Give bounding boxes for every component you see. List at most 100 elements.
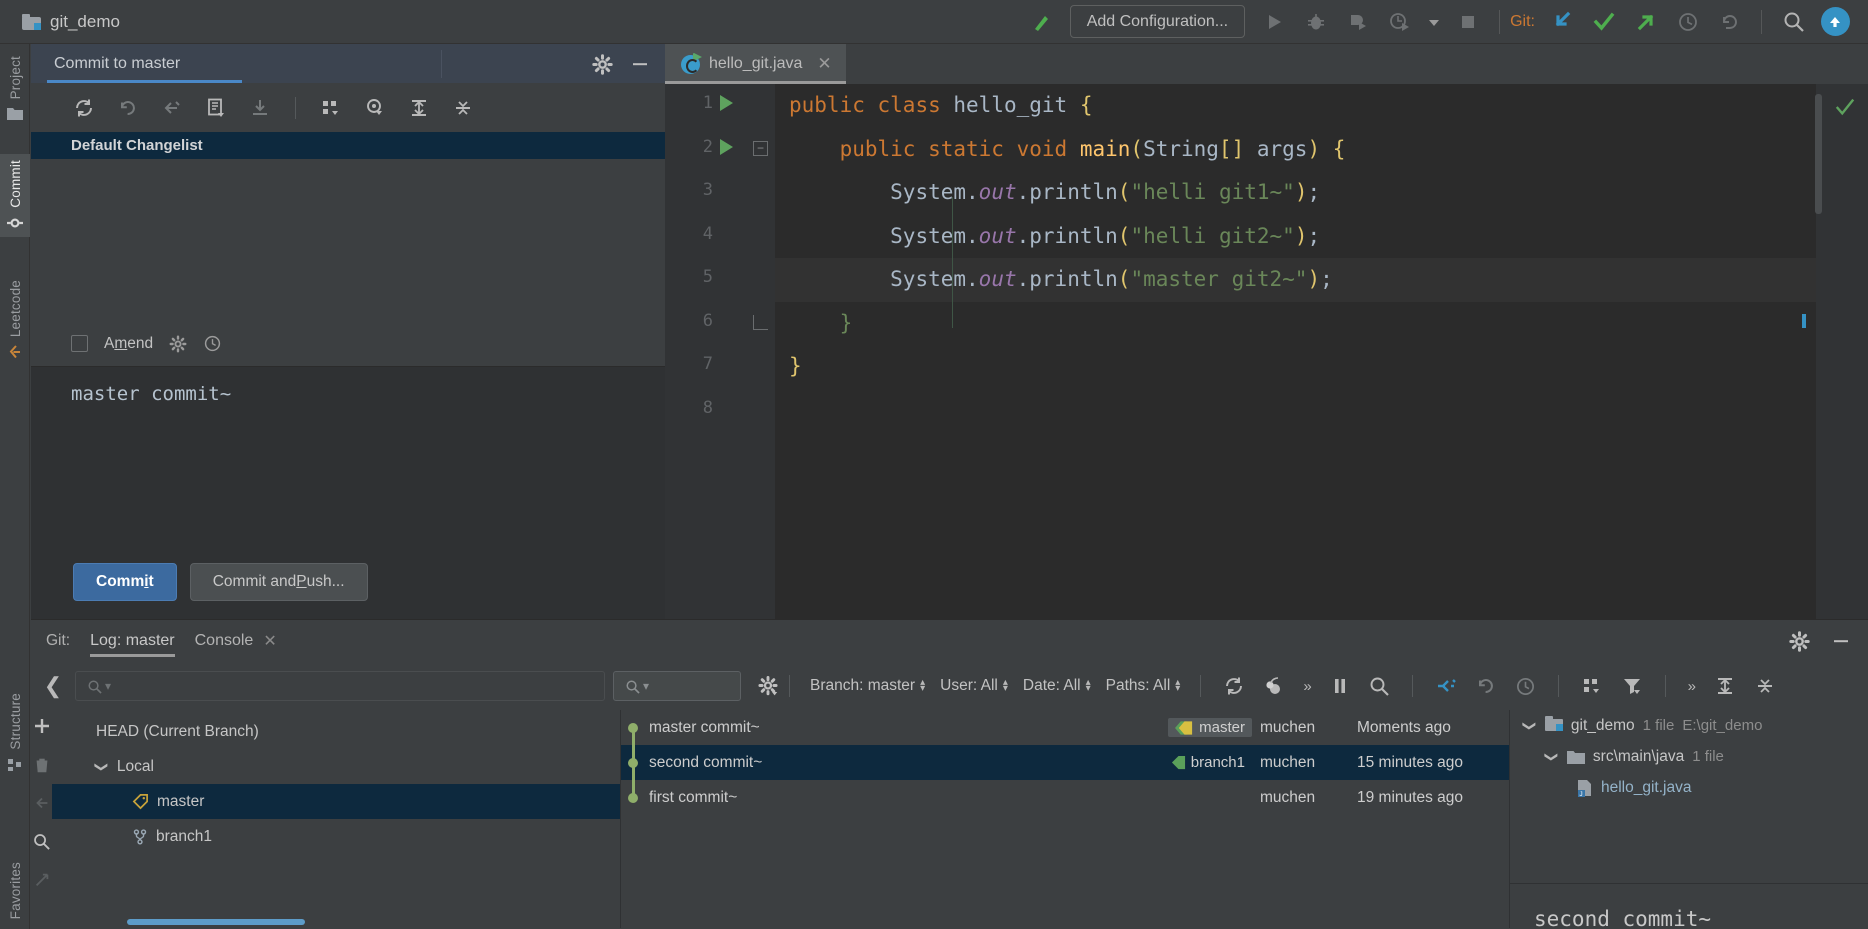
user-filter[interactable]: User: All ▴ ▾ bbox=[940, 677, 1008, 695]
gutter-line[interactable]: 8 bbox=[665, 389, 775, 433]
run-gutter-icon[interactable] bbox=[720, 95, 733, 111]
chevron-down-icon[interactable]: ❯ bbox=[1521, 720, 1537, 731]
add-branch-icon[interactable] bbox=[32, 716, 52, 736]
git-history-icon[interactable] bbox=[1667, 2, 1709, 42]
code-line[interactable]: public static void main(String[] args) { bbox=[775, 128, 1868, 172]
changed-file-row[interactable]: Jhello_git.java bbox=[1510, 772, 1868, 803]
date-filter[interactable]: Date: All ▴ ▾ bbox=[1023, 677, 1091, 695]
search-branch-icon[interactable] bbox=[32, 832, 51, 851]
inspections-ok-icon[interactable] bbox=[1834, 96, 1856, 118]
profiler-icon[interactable] bbox=[1379, 2, 1421, 42]
branch-tree-row[interactable]: HEAD (Current Branch) bbox=[52, 714, 620, 749]
branch-search-input[interactable]: ▾ bbox=[75, 671, 605, 701]
dropdown-caret-icon[interactable] bbox=[1421, 2, 1447, 42]
changed-file-row[interactable]: ❯ src\main\java 1 file bbox=[1510, 741, 1868, 772]
code-line[interactable]: System.out.println("master git2~"); bbox=[775, 258, 1868, 302]
sidebar-item-structure[interactable]: Structure bbox=[0, 687, 30, 779]
branch-tree[interactable]: HEAD (Current Branch) ❯ Local master branch1 bbox=[52, 710, 621, 928]
delete-branch-icon[interactable] bbox=[33, 756, 51, 774]
group-by-icon[interactable] bbox=[1581, 675, 1603, 697]
minimize-icon[interactable] bbox=[629, 53, 651, 75]
fold-collapse-icon[interactable]: − bbox=[753, 140, 768, 156]
branch-filter[interactable]: Branch: master ▴ ▾ bbox=[810, 677, 925, 695]
code-line[interactable]: public class hello_git { bbox=[775, 84, 1868, 128]
gutter-line[interactable]: 2− bbox=[665, 128, 775, 172]
gutter-line[interactable]: 3 bbox=[665, 171, 775, 215]
git-update-project-icon[interactable] bbox=[1541, 2, 1583, 42]
pause-icon[interactable] bbox=[1330, 676, 1350, 696]
chevron-down-icon[interactable]: ❯ bbox=[93, 761, 109, 772]
code-line[interactable]: } bbox=[775, 302, 1868, 346]
history-icon[interactable] bbox=[203, 334, 222, 353]
chevron-down-icon[interactable]: ❯ bbox=[1543, 751, 1559, 762]
spinner-caret-icon[interactable]: ▴ ▾ bbox=[1003, 678, 1008, 694]
stop-icon[interactable] bbox=[1447, 2, 1489, 42]
filter-icon[interactable] bbox=[1621, 675, 1643, 697]
amend-label[interactable]: Amend bbox=[104, 335, 153, 353]
search-everywhere-icon[interactable] bbox=[1772, 2, 1814, 42]
gear-icon[interactable] bbox=[592, 53, 613, 75]
code-line[interactable]: System.out.println("helli git2~"); bbox=[775, 215, 1868, 259]
gutter-line[interactable]: 5 bbox=[665, 258, 775, 302]
fold-end-icon[interactable] bbox=[753, 314, 768, 330]
git-push-icon[interactable] bbox=[1625, 2, 1667, 42]
minimize-icon[interactable] bbox=[1830, 630, 1852, 652]
more-actions-icon[interactable]: » bbox=[1303, 678, 1311, 695]
branch-tree-row[interactable]: ❯ Local bbox=[52, 749, 620, 784]
project-title[interactable]: git_demo bbox=[22, 12, 120, 32]
spinner-caret-icon[interactable]: ▴ ▾ bbox=[920, 678, 925, 694]
debug-icon[interactable] bbox=[1295, 2, 1337, 42]
commit-details-pane[interactable]: ❯ git_demo 1 file E:\git_demo ❯ src\main\java… bbox=[1509, 710, 1868, 929]
group-by-icon[interactable] bbox=[318, 95, 344, 121]
code-line[interactable] bbox=[775, 389, 1868, 433]
git-commit-icon[interactable] bbox=[1583, 2, 1625, 42]
amend-checkbox[interactable] bbox=[71, 335, 88, 352]
search-icon[interactable] bbox=[1368, 675, 1390, 697]
editor-scrollbar-thumb[interactable] bbox=[1815, 94, 1822, 214]
close-icon[interactable]: ✕ bbox=[817, 54, 831, 74]
sidebar-item-leetcode[interactable]: Leetcode bbox=[0, 274, 30, 366]
gutter-line[interactable]: 4 bbox=[665, 215, 775, 259]
commit-list[interactable]: master commit~ master muchen Moments ago sec… bbox=[621, 710, 1509, 928]
spinner-caret-icon[interactable]: ▴ ▾ bbox=[1175, 678, 1180, 694]
commit-button[interactable]: Comm i t bbox=[73, 563, 177, 601]
search-dropdown-caret-icon[interactable]: ▾ bbox=[643, 679, 649, 693]
sidebar-item-project[interactable]: Project bbox=[0, 50, 30, 126]
commit-ref-chip[interactable]: master bbox=[1168, 718, 1252, 737]
ide-update-icon[interactable] bbox=[1814, 2, 1856, 42]
branch-tree-row[interactable]: master bbox=[52, 784, 620, 819]
preview-diff-icon[interactable] bbox=[362, 95, 388, 121]
sidebar-item-favorites[interactable]: Favorites bbox=[0, 856, 30, 925]
commit-ref-chip[interactable]: branch1 bbox=[1164, 753, 1252, 772]
hide-branches-icon[interactable] bbox=[33, 871, 51, 889]
default-changelist-row[interactable]: Default Changelist bbox=[31, 132, 665, 159]
log-search-input[interactable]: ▾ bbox=[613, 671, 741, 701]
show-diff-icon[interactable] bbox=[203, 95, 229, 121]
sidebar-item-commit[interactable]: Commit bbox=[0, 154, 30, 237]
close-icon[interactable]: ✕ bbox=[263, 631, 276, 651]
changed-file-row[interactable]: ❯ git_demo 1 file E:\git_demo bbox=[1510, 710, 1868, 741]
commit-row[interactable]: second commit~ branch1 muchen 15 minutes ag… bbox=[621, 745, 1509, 780]
highlight-my-commits-icon[interactable] bbox=[1435, 675, 1457, 697]
run-icon[interactable] bbox=[1253, 2, 1295, 42]
add-configuration-button[interactable]: Add Configuration... bbox=[1069, 5, 1246, 38]
editor-text[interactable]: public class hello_git { public static v… bbox=[775, 84, 1868, 619]
gear-icon[interactable] bbox=[1789, 630, 1810, 652]
run-with-coverage-icon[interactable] bbox=[1337, 2, 1379, 42]
more-actions-icon[interactable]: » bbox=[1688, 678, 1696, 695]
shelve-changes-icon[interactable] bbox=[247, 95, 273, 121]
gutter-line[interactable]: 6 bbox=[665, 302, 775, 346]
gutter-line[interactable]: 7 bbox=[665, 345, 775, 389]
refresh-changes-icon[interactable] bbox=[71, 95, 97, 121]
revert-icon[interactable] bbox=[1475, 675, 1497, 697]
run-gutter-icon[interactable] bbox=[720, 138, 733, 155]
commit-row[interactable]: master commit~ master muchen Moments ago bbox=[621, 710, 1509, 745]
log-settings-gear-icon[interactable] bbox=[755, 673, 781, 699]
gear-icon[interactable] bbox=[169, 335, 187, 353]
refresh-icon[interactable] bbox=[1223, 675, 1245, 697]
collapse-left-icon[interactable]: ❮ bbox=[31, 673, 75, 699]
code-line[interactable]: System.out.println("helli git1~"); bbox=[775, 171, 1868, 215]
gutter-line[interactable]: 1 bbox=[665, 84, 775, 128]
editor-gutter[interactable]: 1 2−3 4 5 6 7 8 bbox=[665, 84, 775, 619]
show-history-icon[interactable] bbox=[1515, 676, 1536, 697]
